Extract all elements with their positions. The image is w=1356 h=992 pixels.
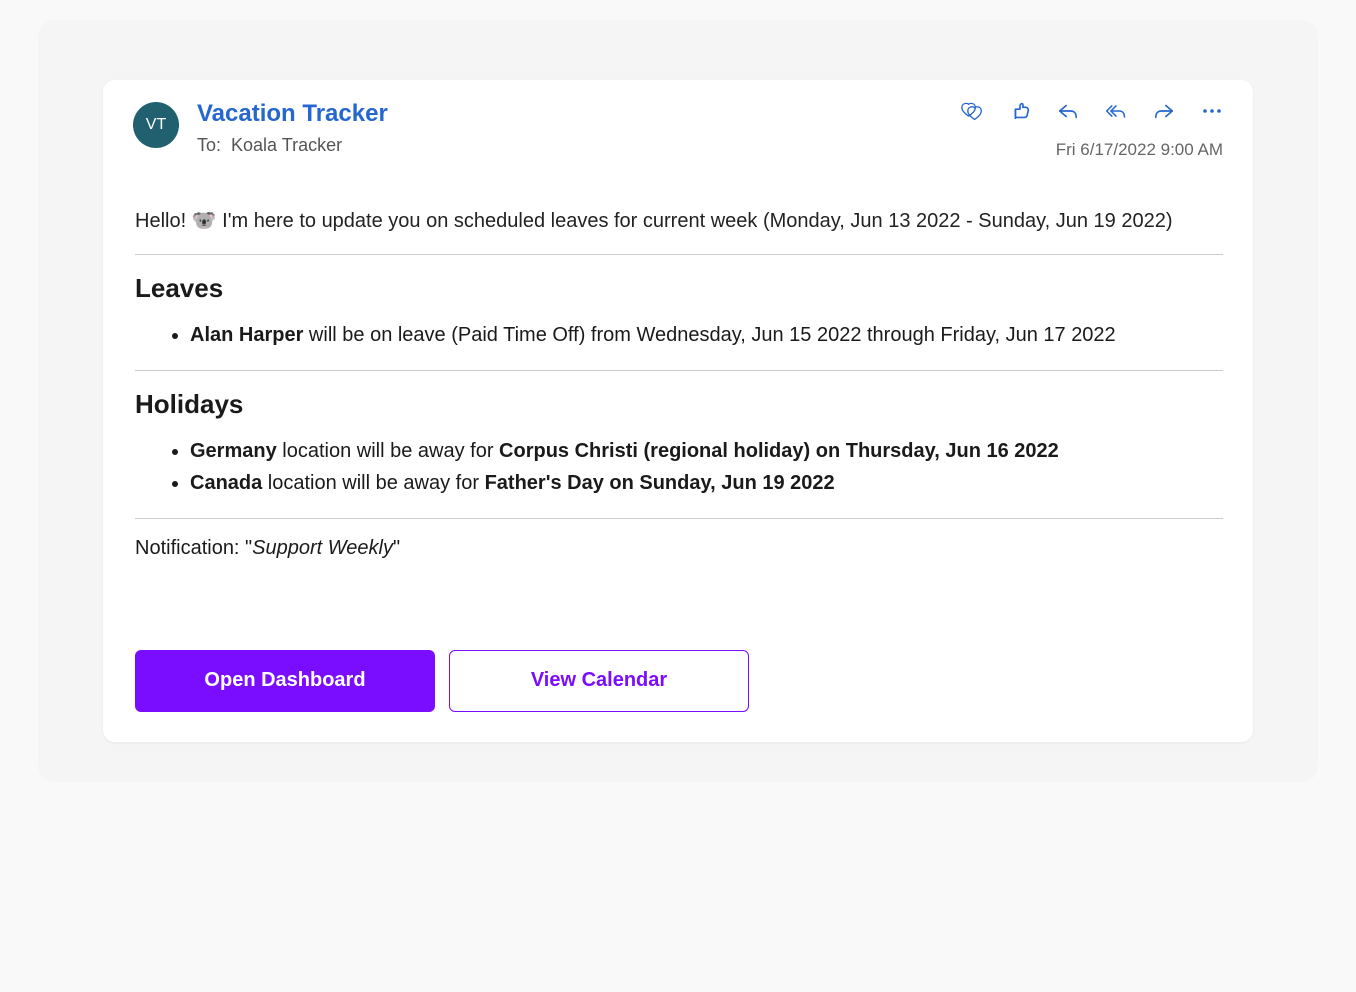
notif-name: Support Weekly xyxy=(252,537,393,559)
holiday-mid: location will be away for xyxy=(277,440,499,462)
button-row: Open Dashboard View Calendar xyxy=(135,650,1223,712)
emoji-reaction-icon[interactable] xyxy=(961,100,983,122)
holiday-loc: Germany xyxy=(190,440,277,462)
page-container: VT Vacation Tracker To: Koala Tracker xyxy=(38,20,1318,782)
reply-all-icon[interactable] xyxy=(1105,100,1127,122)
timestamp: Fri 6/17/2022 9:00 AM xyxy=(1056,140,1223,160)
leaves-heading: Leaves xyxy=(135,273,1223,304)
notif-close: " xyxy=(393,537,400,559)
holiday-loc: Canada xyxy=(190,472,262,494)
holiday-occ: Father's Day on Sunday, Jun 19 2022 xyxy=(485,472,835,494)
avatar: VT xyxy=(133,102,179,148)
divider xyxy=(135,370,1223,371)
list-item: Germany location will be away for Corpus… xyxy=(190,436,1223,466)
forward-icon[interactable] xyxy=(1153,100,1175,122)
divider xyxy=(135,254,1223,255)
list-item: Alan Harper will be on leave (Paid Time … xyxy=(190,320,1223,350)
holiday-mid: location will be away for xyxy=(262,472,484,494)
recipient-name: Koala Tracker xyxy=(231,135,342,155)
notification-line: Notification: "Support Weekly" xyxy=(135,537,1223,560)
holidays-heading: Holidays xyxy=(135,389,1223,420)
leave-person: Alan Harper xyxy=(190,324,303,346)
email-header: VT Vacation Tracker To: Koala Tracker xyxy=(133,100,1223,156)
divider xyxy=(135,518,1223,519)
list-item: Canada location will be away for Father'… xyxy=(190,468,1223,498)
intro-text: Hello! 🐨 I'm here to update you on sched… xyxy=(135,206,1223,236)
view-calendar-button[interactable]: View Calendar xyxy=(449,650,749,712)
action-toolbar xyxy=(961,100,1223,122)
thumbs-up-icon[interactable] xyxy=(1009,100,1031,122)
holidays-list: Germany location will be away for Corpus… xyxy=(135,436,1223,498)
email-body: Hello! 🐨 I'm here to update you on sched… xyxy=(133,206,1223,712)
reply-icon[interactable] xyxy=(1057,100,1079,122)
leaves-list: Alan Harper will be on leave (Paid Time … xyxy=(135,320,1223,350)
to-label: To: xyxy=(197,135,221,155)
email-card: VT Vacation Tracker To: Koala Tracker xyxy=(103,80,1253,742)
more-actions-icon[interactable] xyxy=(1201,100,1223,122)
leave-detail: will be on leave (Paid Time Off) from We… xyxy=(303,324,1115,346)
open-dashboard-button[interactable]: Open Dashboard xyxy=(135,650,435,712)
holiday-occ: Corpus Christi (regional holiday) on Thu… xyxy=(499,440,1059,462)
notif-label: Notification: " xyxy=(135,537,252,559)
